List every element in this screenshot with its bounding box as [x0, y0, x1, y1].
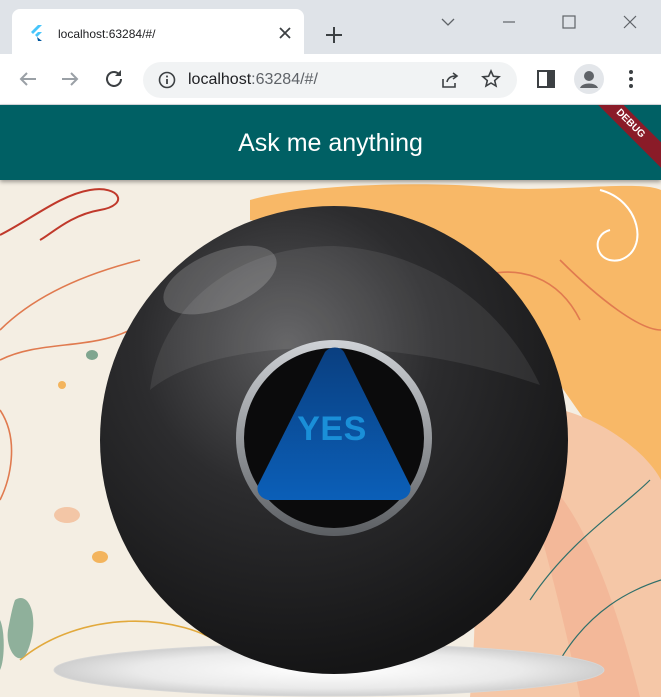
app-bar: Ask me anything DEBUG	[0, 105, 661, 180]
forward-arrow-icon[interactable]	[58, 67, 82, 91]
tab-title: localhost:63284/#/	[58, 27, 156, 41]
url-text[interactable]: localhost:63284/#/	[188, 71, 318, 89]
window-close-icon[interactable]	[620, 12, 640, 32]
more-vert-icon[interactable]	[619, 67, 643, 91]
info-icon[interactable]	[158, 71, 176, 89]
share-icon[interactable]	[440, 70, 460, 90]
maximize-icon[interactable]	[559, 12, 579, 32]
minimize-icon[interactable]	[499, 12, 519, 32]
profile-icon	[580, 71, 598, 88]
browser-tab[interactable]: localhost:63284/#/	[12, 9, 304, 54]
close-icon[interactable]	[275, 23, 295, 43]
flutter-logo-icon	[31, 25, 42, 41]
browser-toolbar: localhost:63284/#/	[0, 54, 661, 105]
tab-strip: localhost:63284/#/	[0, 0, 661, 54]
back-arrow-icon[interactable]	[16, 67, 40, 91]
address-bar[interactable]: localhost:63284/#/	[143, 62, 517, 98]
reload-icon[interactable]	[102, 67, 126, 91]
star-icon[interactable]	[481, 69, 501, 89]
profile-avatar[interactable]	[574, 64, 604, 94]
answer-text: YES	[297, 410, 367, 448]
app-title: Ask me anything	[238, 129, 423, 157]
app-content: YES	[0, 180, 661, 697]
chevron-down-icon[interactable]	[438, 12, 458, 32]
side-panel-icon[interactable]	[534, 67, 558, 91]
plus-icon[interactable]	[323, 24, 345, 46]
